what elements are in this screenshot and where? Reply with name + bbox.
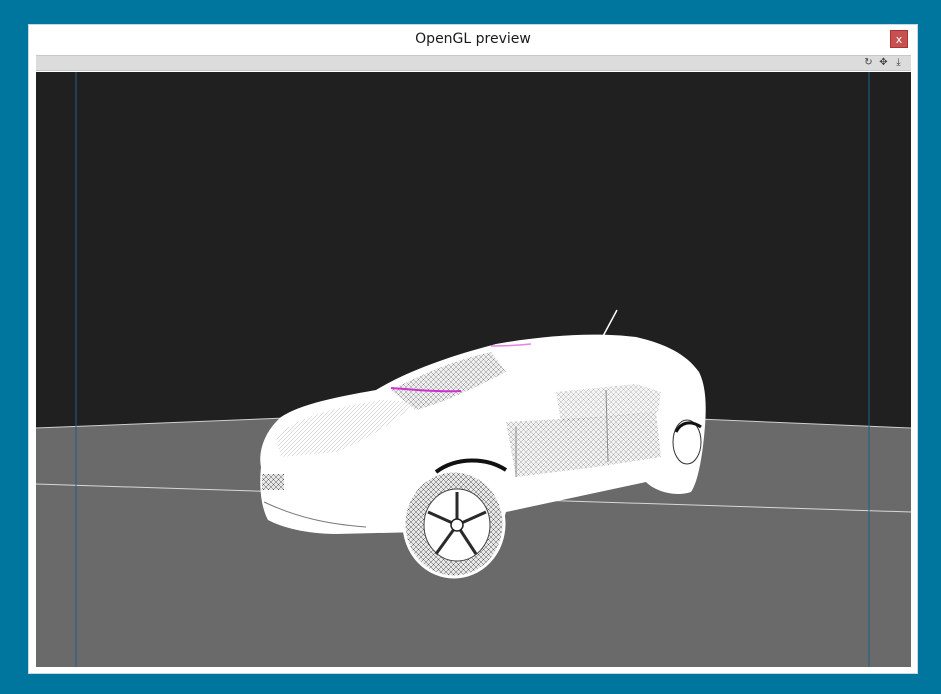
scene-canvas <box>36 72 911 667</box>
close-button[interactable]: x <box>890 30 908 48</box>
opengl-preview-window: OpenGL preview x ↻ ✥ ⤓ <box>28 24 918 674</box>
front-grille <box>262 474 284 490</box>
viewport-toolbar: ↻ ✥ ⤓ <box>36 55 911 71</box>
car-antenna <box>601 309 618 339</box>
rear-wheel <box>672 419 702 465</box>
move-icon[interactable]: ✥ <box>877 57 890 69</box>
title-bar[interactable]: OpenGL preview x <box>29 25 917 53</box>
download-icon[interactable]: ⤓ <box>892 57 905 69</box>
front-wheel-hub <box>450 518 464 532</box>
window-title: OpenGL preview <box>415 31 531 47</box>
opengl-viewport[interactable] <box>36 72 911 667</box>
rotate-icon[interactable]: ↻ <box>862 57 875 69</box>
